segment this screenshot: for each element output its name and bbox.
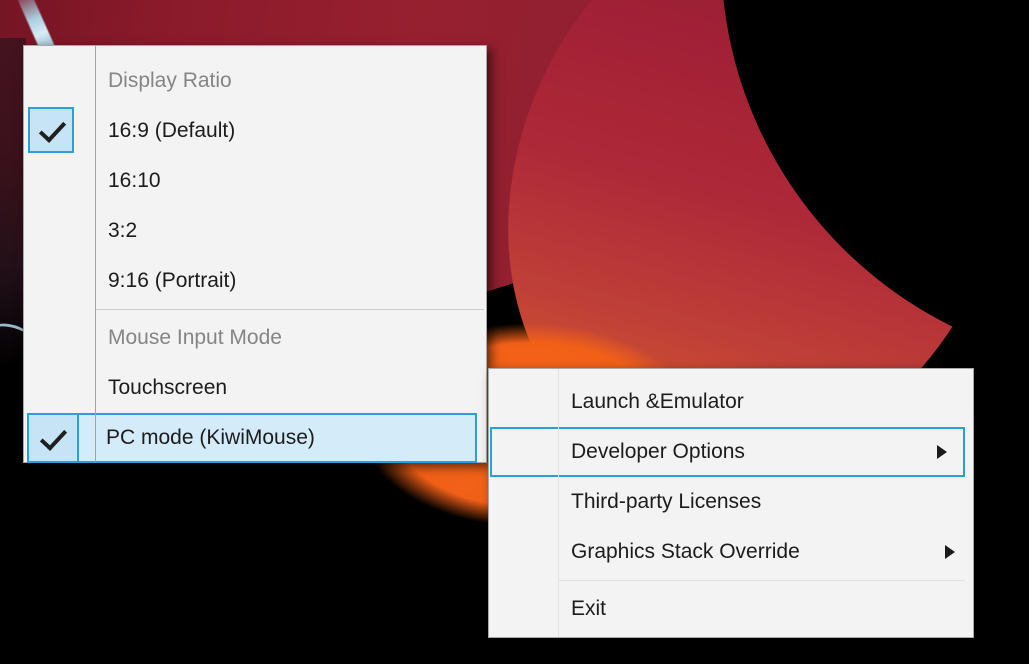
- menu-item-label: Launch &Emulator: [489, 377, 973, 427]
- menu-item-label: 16:10: [24, 156, 486, 206]
- menu-item-label: 9:16 (Portrait): [24, 256, 486, 306]
- section-header-label: Display Ratio: [24, 56, 486, 106]
- submenu-gutter-line: [95, 46, 96, 462]
- menu-item-label: Graphics Stack Override: [489, 527, 973, 577]
- checkmark-box: [28, 107, 74, 153]
- menu-item-graphics-stack-override[interactable]: Graphics Stack Override: [489, 527, 973, 577]
- menu-separator: [559, 580, 965, 581]
- menu-item-third-party-licenses[interactable]: Third-party Licenses: [489, 477, 973, 527]
- menu-item-label: PC mode (KiwiMouse): [79, 415, 315, 461]
- menu-item-label: 3:2: [24, 206, 486, 256]
- menu-item-touchscreen[interactable]: Touchscreen: [24, 363, 486, 413]
- menu-item-16-10[interactable]: 16:10: [24, 156, 486, 206]
- menu-item-9-16-portrait[interactable]: 9:16 (Portrait): [24, 256, 486, 306]
- menu-separator: [96, 309, 484, 310]
- menu-item-developer-options[interactable]: Developer Options: [490, 427, 965, 477]
- section-header-label: Mouse Input Mode: [24, 313, 486, 363]
- tray-context-menu: Launch &Emulator Developer Options Third…: [488, 368, 974, 638]
- menu-item-label: Third-party Licenses: [489, 477, 973, 527]
- submenu-arrow-icon: [937, 445, 947, 459]
- checkmark-box: [29, 415, 79, 461]
- menu-item-label: Exit: [489, 584, 973, 634]
- menu-gutter-line: [558, 369, 559, 637]
- menu-item-16-9-default[interactable]: 16:9 (Default): [24, 106, 486, 156]
- submenu-arrow-icon: [945, 545, 955, 559]
- menu-item-launch-emulator[interactable]: Launch &Emulator: [489, 377, 973, 427]
- menu-item-label: Touchscreen: [24, 363, 486, 413]
- developer-options-submenu: Display Ratio 16:9 (Default) 16:10 3:2 9…: [23, 45, 487, 463]
- submenu-header-mouse-input-mode: Mouse Input Mode: [24, 313, 486, 363]
- submenu-header-display-ratio: Display Ratio: [24, 56, 486, 106]
- check-icon: [39, 115, 66, 143]
- menu-item-exit[interactable]: Exit: [489, 584, 973, 634]
- desktop: Display Ratio 16:9 (Default) 16:10 3:2 9…: [0, 0, 1029, 664]
- menu-item-label: Developer Options: [492, 429, 963, 475]
- menu-item-3-2[interactable]: 3:2: [24, 206, 486, 256]
- check-icon: [40, 423, 67, 451]
- menu-item-label: 16:9 (Default): [24, 106, 486, 156]
